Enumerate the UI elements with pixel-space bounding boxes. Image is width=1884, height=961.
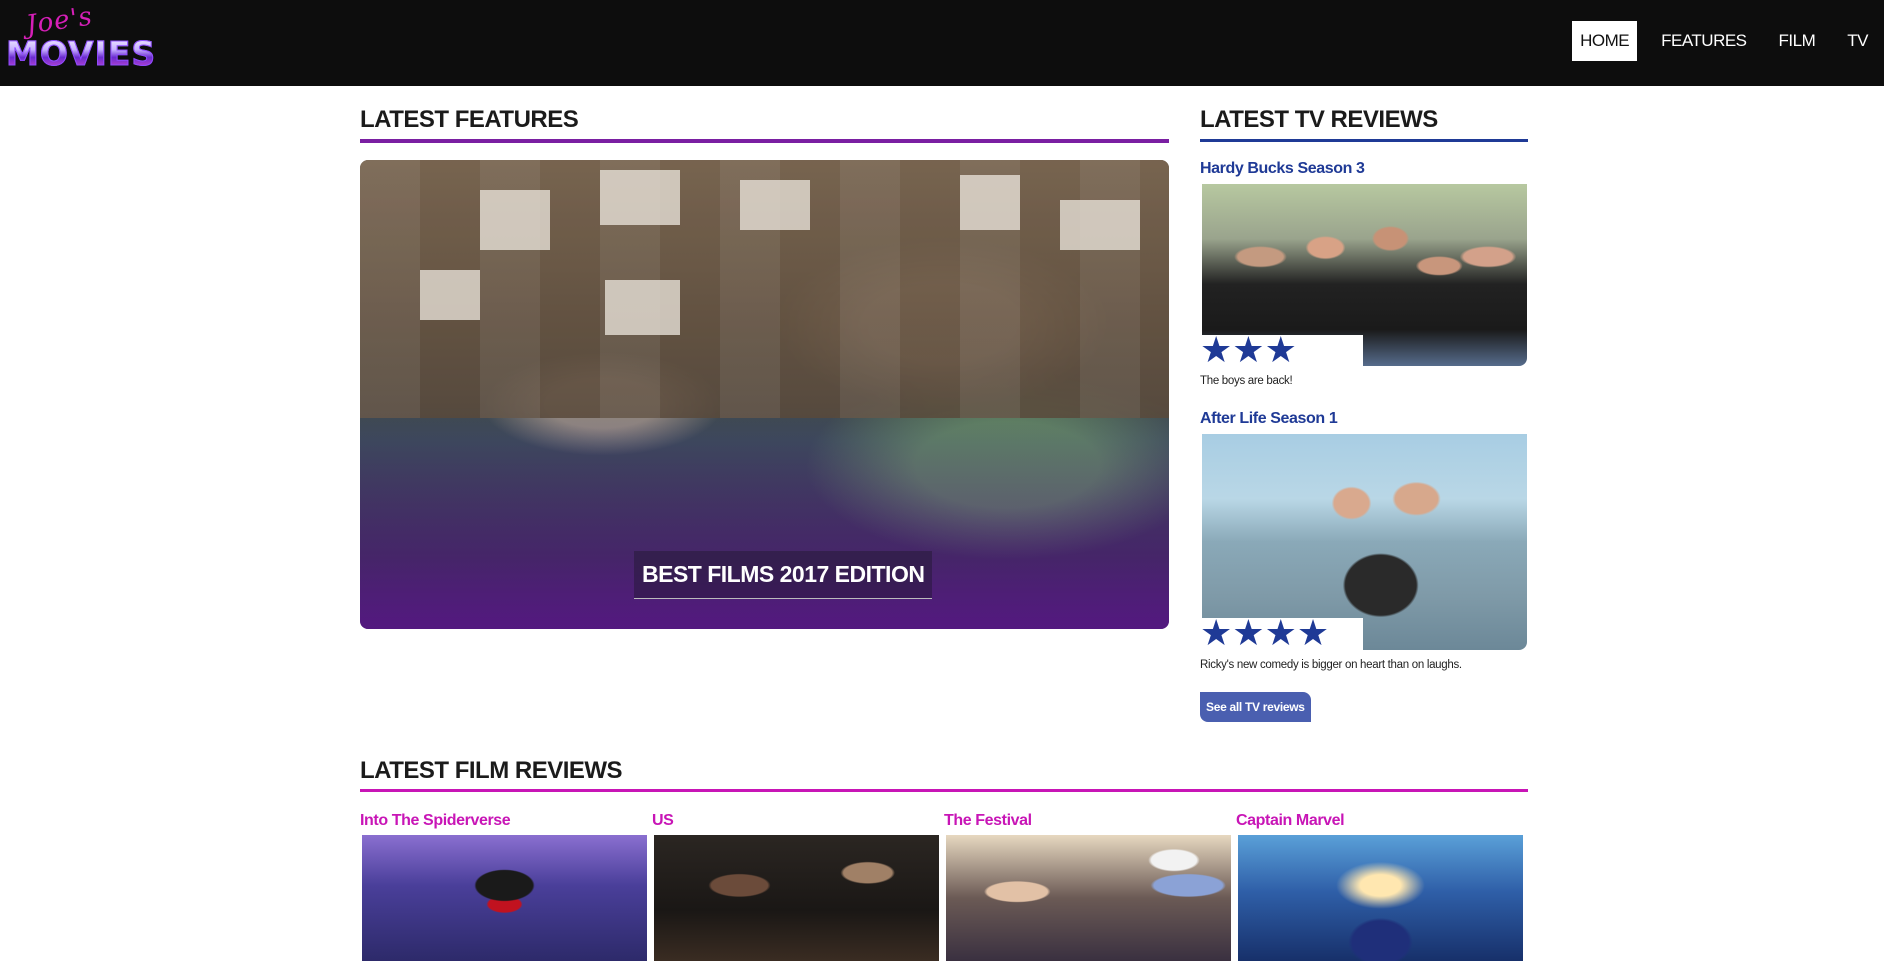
feature-caption[interactable]: BEST FILMS 2017 EDITION — [634, 551, 933, 599]
star-icon: ★ — [1232, 613, 1265, 654]
film-review-title[interactable]: Into The Spiderverse — [360, 812, 511, 830]
star-rating: ★ ★ ★ ★ — [1200, 613, 1363, 654]
features-rule — [360, 139, 1169, 143]
star-icon: ★ — [1264, 613, 1297, 654]
star-icon: ★ — [1264, 330, 1297, 371]
tv-review-blurb: The boys are back! — [1200, 375, 1293, 387]
site-header: Joe's MOVIES HOME FEATURES FILM TV — [0, 0, 1884, 86]
nav-film[interactable]: FILM — [1771, 21, 1824, 61]
nav-tv[interactable]: TV — [1839, 21, 1876, 61]
film-review-image[interactable] — [946, 835, 1231, 961]
main-nav: HOME FEATURES FILM TV — [1572, 21, 1884, 61]
tv-review-title[interactable]: Hardy Bucks Season 3 — [1200, 160, 1365, 178]
film-review-image[interactable] — [1238, 835, 1523, 961]
film-rule — [360, 789, 1528, 792]
tv-review-title[interactable]: After Life Season 1 — [1200, 410, 1338, 428]
tv-heading: LATEST TV REVIEWS — [1200, 106, 1438, 133]
see-all-tv-reviews-button[interactable]: See all TV reviews — [1200, 692, 1311, 722]
features-heading: LATEST FEATURES — [360, 106, 579, 133]
film-heading: LATEST FILM REVIEWS — [360, 757, 623, 784]
site-logo[interactable]: Joe's MOVIES — [5, 1, 155, 73]
film-review-title[interactable]: US — [652, 812, 674, 830]
film-review-image[interactable] — [654, 835, 939, 961]
nav-home[interactable]: HOME — [1572, 21, 1638, 61]
star-rating: ★ ★ ★ — [1200, 330, 1363, 371]
star-icon: ★ — [1296, 613, 1330, 654]
logo-wordmark: MOVIES — [5, 34, 157, 74]
star-icon: ★ — [1200, 613, 1233, 654]
nav-features[interactable]: FEATURES — [1653, 21, 1754, 61]
film-review-image[interactable] — [362, 835, 647, 961]
star-icon: ★ — [1200, 330, 1233, 371]
film-review-title[interactable]: The Festival — [944, 812, 1032, 830]
tv-rule — [1200, 139, 1528, 142]
film-review-title[interactable]: Captain Marvel — [1236, 812, 1345, 830]
tv-review-blurb: Ricky's new comedy is bigger on heart th… — [1200, 659, 1462, 671]
star-icon: ★ — [1232, 330, 1265, 371]
